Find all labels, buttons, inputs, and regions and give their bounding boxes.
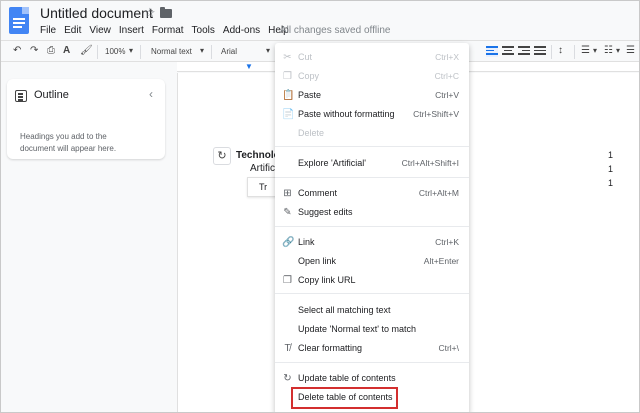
menu-format[interactable]: Format [152, 25, 184, 36]
menu-file[interactable]: File [40, 25, 56, 36]
menu-item-cut[interactable]: ✂ Cut Ctrl+X [275, 49, 469, 67]
clipboard-plain-icon: 📄 [282, 109, 295, 120]
refresh-icon[interactable]: ↻ [213, 147, 231, 165]
add-comment-icon: ⊞ [283, 188, 292, 199]
copy-link-icon: ❐ [283, 275, 292, 286]
folder-icon[interactable] [160, 7, 172, 18]
toc-subheading-2[interactable]: Tr [259, 182, 267, 192]
toc-heading[interactable]: Technolo [236, 150, 280, 161]
align-justify-icon[interactable] [534, 46, 546, 57]
toc-subheading[interactable]: Artifici [250, 163, 277, 174]
menu-divider [275, 293, 469, 294]
toolbar-divider [97, 45, 98, 59]
menu-bar: File Edit View Insert Format Tools Add-o… [40, 25, 297, 36]
chevron-left-icon[interactable]: ‹ [149, 87, 153, 101]
save-status[interactable]: All changes saved offline [280, 25, 390, 36]
paint-format-icon[interactable]: 🖌 [80, 45, 93, 56]
menu-item-paste-without-formatting[interactable]: 📄 Paste without formatting Ctrl+Shift+V [275, 106, 469, 124]
menu-item-copy[interactable]: ❐ Copy Ctrl+C [275, 68, 469, 86]
menu-item-link[interactable]: 🔗 Link Ctrl+K [275, 234, 469, 252]
menu-item-comment[interactable]: ⊞ Comment Ctrl+Alt+M [275, 185, 469, 203]
docs-window: Untitled document ☆ File Edit View Inser… [0, 0, 640, 413]
chevron-down-icon: ▾ [129, 46, 134, 55]
scissors-icon: ✂ [283, 52, 292, 63]
toolbar-divider [551, 45, 552, 59]
spellcheck-icon[interactable]: A [63, 45, 70, 56]
chevron-down-icon: ▾ [266, 46, 271, 55]
toolbar-divider [211, 45, 212, 59]
toolbar-divider [574, 45, 575, 59]
menu-item-update-toc[interactable]: ↻ Update table of contents [275, 370, 469, 388]
outline-title: Outline [34, 89, 69, 101]
align-right-icon[interactable] [518, 46, 530, 57]
menu-item-open-link[interactable]: Open link Alt+Enter [275, 253, 469, 271]
menu-insert[interactable]: Insert [119, 25, 144, 36]
align-center-icon[interactable] [502, 46, 514, 57]
clipboard-icon: 📋 [282, 90, 295, 101]
numbered-list-icon[interactable]: ☷ [604, 45, 613, 56]
chevron-down-icon: ▾ [616, 46, 621, 55]
context-menu: ✂ Cut Ctrl+X ❐ Copy Ctrl+C 📋 Paste Ctrl+… [275, 43, 469, 412]
link-icon: 🔗 [282, 237, 295, 248]
menu-edit[interactable]: Edit [64, 25, 81, 36]
star-icon[interactable]: ☆ [144, 5, 156, 21]
font-select[interactable]: Arial [221, 47, 237, 56]
menu-divider [275, 362, 469, 363]
menu-item-paste[interactable]: 📋 Paste Ctrl+V [275, 87, 469, 105]
toc-page-number: 1 [608, 178, 614, 188]
menu-item-copy-link-url[interactable]: ❐ Copy link URL [275, 272, 469, 290]
menu-view[interactable]: View [89, 25, 111, 36]
refresh-icon: ↻ [283, 373, 292, 384]
menu-item-update-normal-text[interactable]: Update 'Normal text' to match [275, 321, 469, 339]
indent-marker-icon[interactable]: ▼ [245, 62, 253, 71]
undo-icon[interactable]: ↶ [13, 45, 21, 56]
menu-divider [275, 177, 469, 178]
menu-item-delete[interactable]: Delete [275, 125, 469, 143]
redo-icon[interactable]: ↷ [30, 45, 38, 56]
menu-item-explore[interactable]: Explore 'Artificial' Ctrl+Alt+Shift+I [275, 155, 469, 173]
outline-hint: Headings you add to the document will ap… [20, 132, 117, 153]
outline-panel: Outline ‹ Headings you add to the docume… [7, 79, 165, 159]
bulleted-list-icon[interactable]: ☰ [626, 45, 635, 56]
menu-item-select-all-matching[interactable]: Select all matching text [275, 302, 469, 320]
menu-item-clear-formatting[interactable]: T̸ Clear formatting Ctrl+\ [275, 340, 469, 358]
suggest-edits-icon: ✎ [283, 207, 292, 218]
outline-icon[interactable] [15, 90, 27, 102]
toc-page-number: 1 [608, 150, 614, 160]
document-title[interactable]: Untitled document [40, 5, 153, 21]
clear-formatting-icon: T̸ [284, 343, 291, 354]
copy-icon: ❐ [283, 71, 292, 82]
toc-page-number: 1 [608, 164, 614, 174]
chevron-down-icon: ▾ [593, 46, 598, 55]
menu-addons[interactable]: Add-ons [223, 25, 260, 36]
toolbar-divider [140, 45, 141, 59]
zoom-select[interactable]: 100% [105, 47, 125, 56]
align-left-icon[interactable] [486, 46, 498, 57]
menu-tools[interactable]: Tools [192, 25, 215, 36]
highlight-box [291, 387, 398, 409]
menu-divider [275, 146, 469, 147]
line-spacing-icon[interactable]: ↕ [558, 45, 563, 56]
chevron-down-icon: ▾ [200, 46, 205, 55]
checklist-icon[interactable]: ☰ [581, 45, 590, 56]
menu-item-suggest-edits[interactable]: ✎ Suggest edits [275, 204, 469, 222]
style-select[interactable]: Normal text [151, 47, 192, 56]
print-icon[interactable]: ⎙ [47, 45, 55, 56]
google-docs-logo-icon[interactable] [9, 7, 29, 34]
menu-divider [275, 226, 469, 227]
